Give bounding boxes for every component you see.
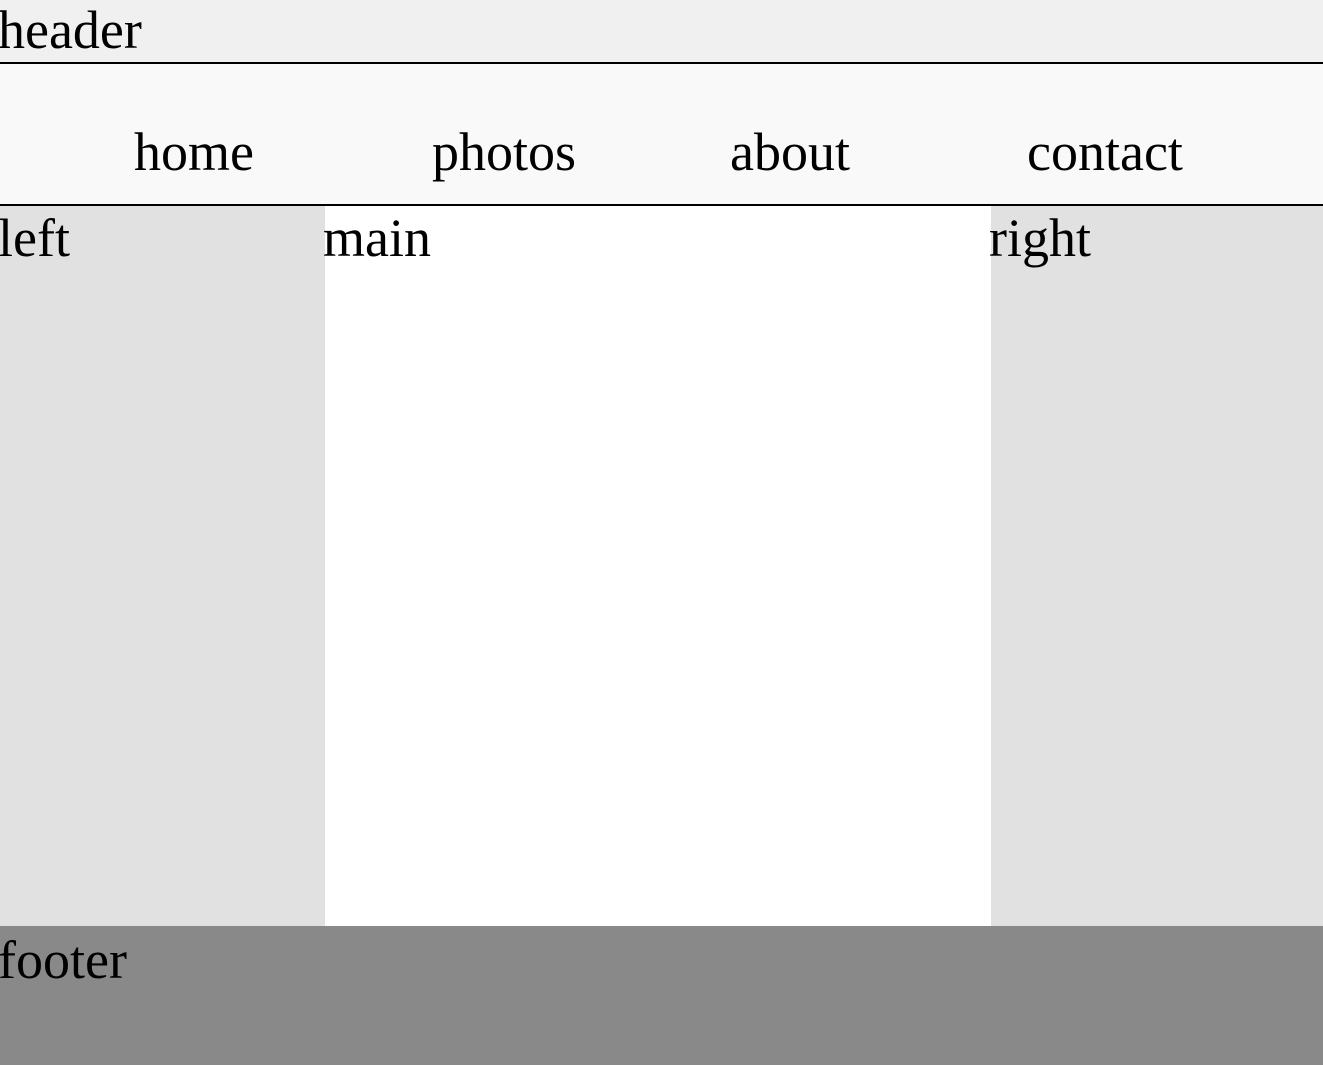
page-footer: footer [0,926,1323,1065]
nav-item-about[interactable]: about [730,120,850,184]
nav-item-contact[interactable]: contact [1027,120,1183,184]
page-header: header [0,0,1323,64]
footer-label: footer [0,930,127,990]
main-nav: home photos about contact [0,64,1323,206]
main-content-label: main [323,208,431,268]
page: header home photos about contact left ma… [0,0,1323,1065]
right-sidebar-label: right [989,208,1091,268]
main-content: main [323,206,991,926]
nav-item-photos[interactable]: photos [432,120,576,184]
right-sidebar: right [989,206,1323,926]
header-title: header [0,0,142,60]
left-sidebar-label: left [0,208,70,268]
nav-item-home[interactable]: home [134,120,254,184]
left-sidebar: left [0,206,325,926]
